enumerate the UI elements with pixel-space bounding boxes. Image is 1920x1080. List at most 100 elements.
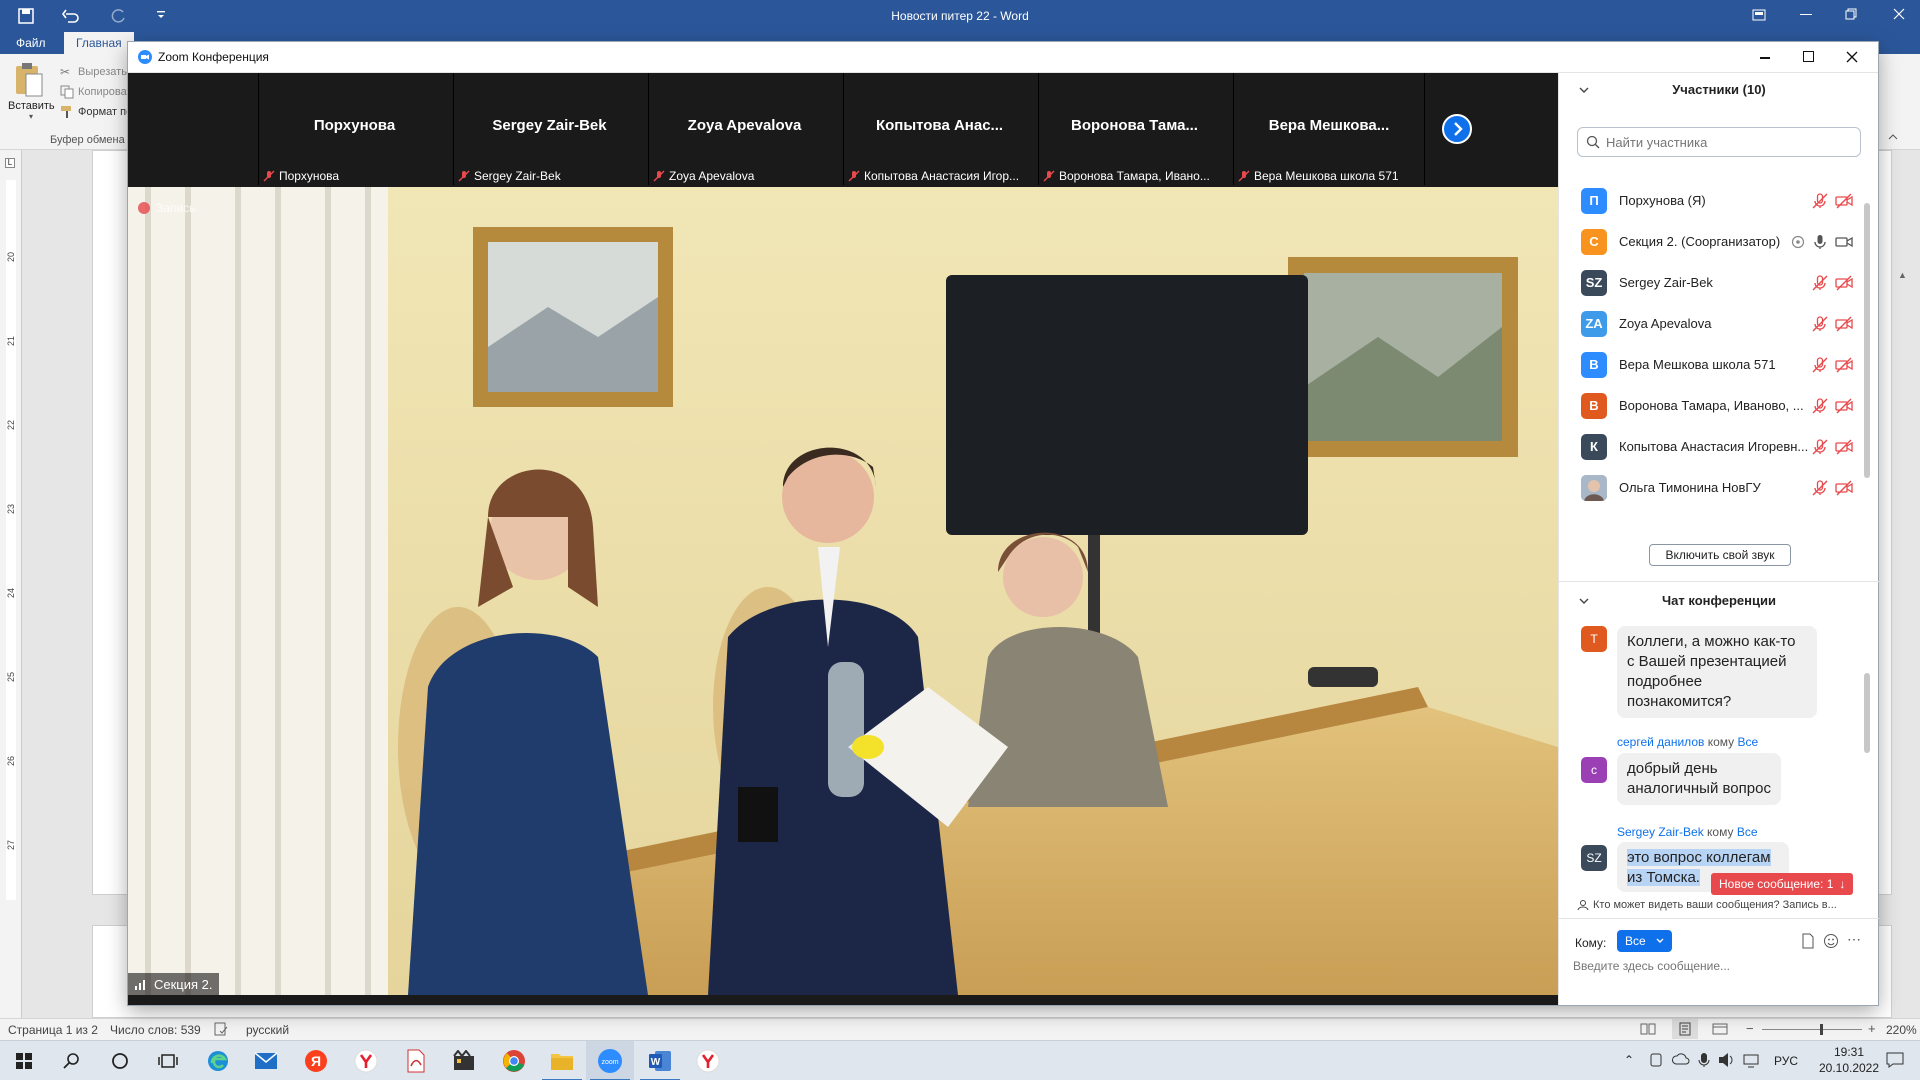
start-button[interactable] [0,1041,48,1080]
new-message-badge[interactable]: Новое сообщение: 1 ↓ [1711,873,1854,895]
copy-button[interactable]: Копировать [60,84,137,100]
cut-button[interactable]: ✂ Вырезать [60,64,127,80]
muted-mic-icon[interactable] [1811,315,1829,333]
video-off-icon[interactable] [1835,397,1853,415]
zoom-out-icon[interactable]: − [1746,1021,1754,1036]
zoom-maximize-icon[interactable] [1803,51,1814,62]
chat-sender[interactable]: Sergey Zair-Bek [1617,825,1704,839]
file-explorer-icon[interactable] [538,1041,586,1080]
unmute-button[interactable]: Включить свой звук [1649,544,1791,566]
customize-toolbar-icon[interactable] [156,10,166,20]
participant-row[interactable]: SZ Sergey Zair-Bek [1559,262,1859,303]
video-off-icon[interactable] [1835,356,1853,374]
participant-row[interactable]: В Вера Мешкова школа 571 [1559,344,1859,385]
word-minimize-icon[interactable] [1800,14,1812,15]
network-icon[interactable] [1742,1052,1760,1068]
language-indicator[interactable]: русский [246,1023,289,1037]
yandex-browser-2-icon[interactable] [684,1041,732,1080]
tray-overflow-icon[interactable]: ⌃ [1624,1053,1634,1067]
tab-selector-icon[interactable]: L [5,158,15,168]
participant-row[interactable]: В Воронова Тамара, Иваново, ... [1559,385,1859,426]
video-off-icon[interactable] [1835,192,1853,210]
edge-icon[interactable] [194,1041,242,1080]
tab-home[interactable]: Главная [64,32,134,54]
participant-search[interactable] [1577,127,1861,157]
web-layout-icon[interactable] [1712,1022,1728,1036]
active-speaker-video[interactable]: Запись Секция 2. [128,187,1558,995]
zoom-level[interactable]: 220% [1886,1023,1917,1037]
yandex-icon[interactable]: Я [292,1041,340,1080]
chat-recipient-dropdown[interactable]: Все [1617,930,1672,952]
zoom-slider-thumb[interactable] [1820,1024,1823,1035]
muted-mic-icon[interactable] [1811,356,1829,374]
search-icon[interactable] [48,1041,96,1080]
chat-message[interactable]: Коллеги, а можно как-то с Вашей презента… [1617,626,1817,718]
zoom-app-icon[interactable]: zoom [586,1041,634,1080]
ribbon-display-icon[interactable] [1752,8,1766,22]
participant-row[interactable]: К Копытова Анастасия Игоревн... [1559,426,1859,467]
word-restore-icon[interactable] [1845,8,1857,20]
participant-row[interactable]: С Секция 2. (Соорганизатор) [1559,221,1859,262]
undo-icon[interactable] [62,8,80,24]
thumbnail-kopytova[interactable]: Копытова Анас... Копытова Анастасия Игор… [843,73,1035,185]
notifications-icon[interactable] [1886,1052,1904,1068]
scroll-up-icon[interactable]: ▲ [1898,270,1907,280]
video-off-icon[interactable] [1835,274,1853,292]
participant-search-input[interactable] [1606,134,1846,150]
paste-button[interactable]: Вставить ▾ [8,62,55,121]
thumbnail-meshkova[interactable]: Вера Мешкова... Вера Мешкова школа 571 [1233,73,1425,185]
mic-on-icon[interactable] [1811,233,1829,251]
tab-file[interactable]: Файл [16,36,46,50]
next-page-button[interactable] [1442,114,1472,144]
zoom-minimize-icon[interactable] [1760,57,1770,59]
collapse-ribbon-icon[interactable] [1888,134,1898,140]
print-layout-icon[interactable] [1672,1019,1698,1039]
microphone-tray-icon[interactable] [1698,1052,1710,1068]
thumbnail-porhunova[interactable]: Порхунова Порхунова [258,73,450,185]
volume-icon[interactable] [1718,1052,1736,1068]
participant-row[interactable]: ZA Zoya Apevalova [1559,303,1859,344]
zoom-in-icon[interactable]: + [1868,1021,1876,1036]
video-off-icon[interactable] [1835,315,1853,333]
chat-visibility-note[interactable]: Кто может видеть ваши сообщения? Запись … [1577,899,1867,911]
more-options-icon[interactable]: ⋯ [1847,931,1861,948]
video-on-icon[interactable] [1835,233,1853,251]
emoji-icon[interactable] [1823,933,1839,949]
video-off-icon[interactable] [1835,479,1853,497]
word-app-icon[interactable]: W [636,1041,684,1080]
participant-row[interactable]: Ольга Тимонина НовГУ [1559,467,1859,508]
yandex-browser-icon[interactable] [342,1041,390,1080]
redo-icon[interactable] [110,8,126,24]
proofing-icon[interactable] [214,1022,228,1036]
participant-row[interactable]: П Порхунова (Я) [1559,180,1859,221]
muted-mic-icon[interactable] [1811,274,1829,292]
save-icon[interactable] [18,8,34,24]
thumbnail-sergey[interactable]: Sergey Zair-Bek Sergey Zair-Bek [453,73,645,185]
thumbnail-voronova[interactable]: Воронова Тама... Воронова Тамара, Ивано.… [1038,73,1230,185]
muted-mic-icon[interactable] [1811,397,1829,415]
chat-scrollbar[interactable] [1864,673,1870,753]
read-mode-icon[interactable] [1640,1022,1656,1036]
onedrive-icon[interactable] [1672,1053,1690,1065]
muted-mic-icon[interactable] [1811,438,1829,456]
chat-message[interactable]: добрый день аналогичный вопрос [1617,753,1781,805]
spotlight-icon[interactable] [1789,233,1807,251]
clock[interactable]: 19:31 20.10.2022 [1806,1044,1892,1076]
zoom-slider[interactable] [1762,1024,1862,1035]
input-language[interactable]: РУС [1774,1054,1798,1068]
tray-app-icon[interactable] [1648,1052,1664,1068]
chrome-icon[interactable] [490,1041,538,1080]
task-view-icon[interactable] [144,1041,192,1080]
mail-icon[interactable] [242,1041,290,1080]
thumbnail-zoya[interactable]: Zoya Apevalova Zoya Apevalova [648,73,840,185]
zoom-close-icon[interactable] [1846,51,1858,63]
participants-scrollbar[interactable] [1864,203,1870,478]
muted-mic-icon[interactable] [1811,479,1829,497]
video-off-icon[interactable] [1835,438,1853,456]
page-count[interactable]: Страница 1 из 2 [8,1023,98,1037]
word-close-icon[interactable] [1893,8,1905,20]
muted-mic-icon[interactable] [1811,192,1829,210]
chat-sender[interactable]: сергей данилов [1617,735,1704,749]
chat-message-input[interactable] [1573,959,1863,999]
video-editor-icon[interactable] [440,1041,488,1080]
